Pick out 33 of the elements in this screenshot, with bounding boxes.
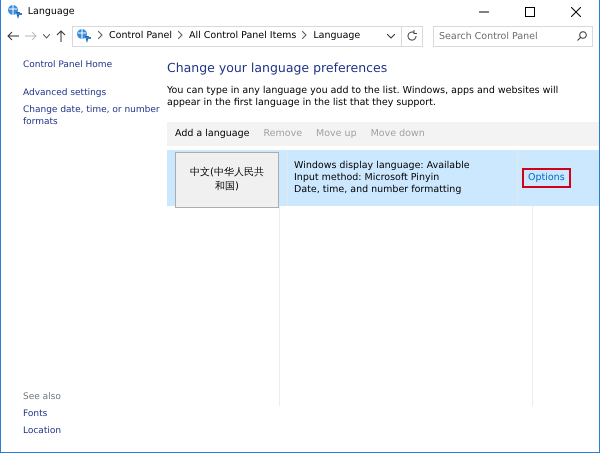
see-also-link[interactable]: Location bbox=[23, 426, 161, 438]
language-detail: Input method: Microsoft Pinyin bbox=[294, 172, 440, 184]
language-row[interactable]: 中文(中华人民共和国) Windows display language: Available Input method: Microsoft Pinyin Date, time, and number formatting Options bbox=[167, 146, 599, 206]
recent-dropdown[interactable] bbox=[43, 34, 50, 38]
language-icon bbox=[7, 4, 23, 20]
maximize-icon bbox=[525, 7, 535, 17]
page-heading: Change your language preferences bbox=[167, 60, 388, 75]
options-link[interactable]: Options bbox=[522, 168, 571, 188]
back-button[interactable] bbox=[7, 31, 19, 41]
language-detail: Windows display language: Available bbox=[294, 160, 471, 172]
language-detail: Date, time, and number formatting bbox=[294, 184, 462, 196]
see-also-heading: See also bbox=[23, 390, 62, 404]
address-field[interactable]: Control Panel All Control Panel Items Language bbox=[72, 26, 423, 46]
breadcrumb-item[interactable]: All Control Panel Items bbox=[189, 28, 296, 44]
description-text: You can type in any language you add to the list. Windows, apps and websites will appear in the first language in the list that they support. bbox=[167, 85, 560, 110]
see-also-link[interactable]: Fonts bbox=[23, 409, 161, 421]
close-icon bbox=[571, 7, 581, 17]
sidebar-link[interactable]: Change date, time, or number formats bbox=[23, 105, 161, 129]
chevron-icon bbox=[98, 31, 103, 40]
search-icon bbox=[577, 30, 587, 40]
dropdown-icon[interactable] bbox=[387, 34, 395, 38]
sidebar-link[interactable]: Control Panel Home bbox=[23, 60, 161, 72]
language-icon bbox=[76, 28, 92, 44]
breadcrumb-item[interactable]: Language bbox=[313, 28, 360, 44]
window-title: Language bbox=[28, 4, 75, 19]
language-button[interactable]: 中文(中华人民共和国) bbox=[175, 152, 279, 208]
up-button[interactable] bbox=[56, 30, 66, 42]
toolbar-button[interactable]: Add a language bbox=[175, 126, 250, 141]
chevron-icon bbox=[302, 31, 308, 40]
sidebar-link[interactable]: Advanced settings bbox=[23, 88, 161, 100]
breadcrumb-item[interactable]: Control Panel bbox=[109, 28, 172, 44]
search-field[interactable]: Search Control Panel bbox=[433, 26, 593, 46]
chevron-icon bbox=[178, 31, 183, 40]
